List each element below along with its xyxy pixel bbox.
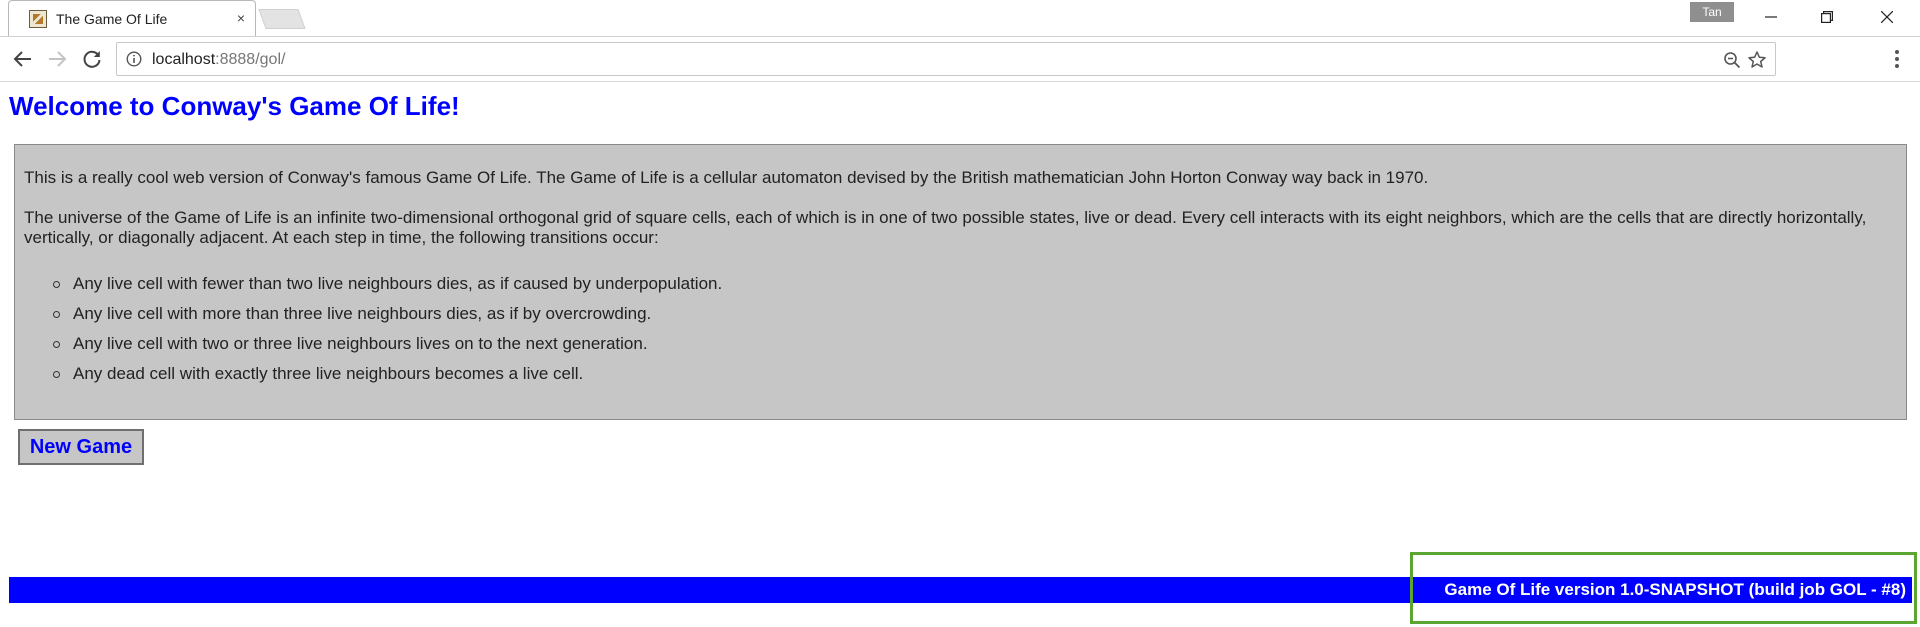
rule-text: Any dead cell with exactly three live ne… bbox=[73, 364, 584, 383]
forward-arrow-icon[interactable] bbox=[44, 46, 70, 72]
bullet-icon bbox=[53, 311, 60, 318]
rule-text: Any live cell with two or three live nei… bbox=[73, 334, 648, 353]
tab-title: The Game Of Life bbox=[56, 11, 168, 27]
info-icon[interactable] bbox=[126, 51, 142, 67]
kebab-menu-icon[interactable] bbox=[1886, 46, 1908, 72]
browser-toolbar: localhost:8888/gol/ bbox=[0, 36, 1920, 82]
intro-panel: This is a really cool web version of Con… bbox=[14, 144, 1907, 420]
rule-item: Any dead cell with exactly three live ne… bbox=[15, 364, 722, 394]
profile-badge[interactable]: Tan bbox=[1690, 2, 1734, 22]
intro-paragraph: This is a really cool web version of Con… bbox=[24, 168, 1429, 187]
bullet-icon bbox=[53, 341, 60, 348]
page-content: Welcome to Conway's Game Of Life! This i… bbox=[0, 82, 1920, 627]
rule-text: Any live cell with more than three live … bbox=[73, 304, 652, 323]
url-host: localhost bbox=[152, 51, 216, 68]
tab-strip: The Game Of Life × Tan bbox=[0, 0, 1920, 36]
bullet-icon bbox=[53, 371, 60, 378]
highlight-annotation-box bbox=[1410, 552, 1917, 624]
page-title: Welcome to Conway's Game Of Life! bbox=[9, 91, 460, 121]
address-bar[interactable]: localhost:8888/gol/ bbox=[116, 42, 1776, 76]
restore-window-icon[interactable] bbox=[1804, 4, 1850, 30]
browser-tab[interactable]: The Game Of Life × bbox=[8, 0, 256, 36]
rule-text: Any live cell with fewer than two live n… bbox=[73, 274, 723, 293]
rules-list: Any live cell with fewer than two live n… bbox=[15, 274, 722, 394]
new-tab-button[interactable] bbox=[258, 9, 306, 29]
close-window-icon[interactable] bbox=[1864, 4, 1910, 30]
back-arrow-icon[interactable] bbox=[10, 46, 36, 72]
reload-icon[interactable] bbox=[79, 46, 105, 72]
minimize-window-icon[interactable] bbox=[1748, 4, 1794, 30]
bullet-icon bbox=[53, 281, 60, 288]
url-path: :8888/gol/ bbox=[215, 51, 286, 68]
rule-item: Any live cell with more than three live … bbox=[15, 304, 722, 334]
rule-item: Any live cell with two or three live nei… bbox=[15, 334, 722, 364]
rule-item: Any live cell with fewer than two live n… bbox=[15, 274, 722, 304]
bookmark-star-icon[interactable] bbox=[1747, 50, 1767, 70]
new-game-button[interactable]: New Game bbox=[18, 429, 144, 465]
game-of-life-favicon-icon bbox=[29, 10, 47, 28]
zoom-out-icon[interactable] bbox=[1723, 51, 1741, 69]
intro-paragraph: The universe of the Game of Life is an i… bbox=[24, 208, 1867, 247]
url-text[interactable]: localhost:8888/gol/ bbox=[152, 50, 285, 70]
tab-close-icon[interactable]: × bbox=[232, 9, 250, 27]
